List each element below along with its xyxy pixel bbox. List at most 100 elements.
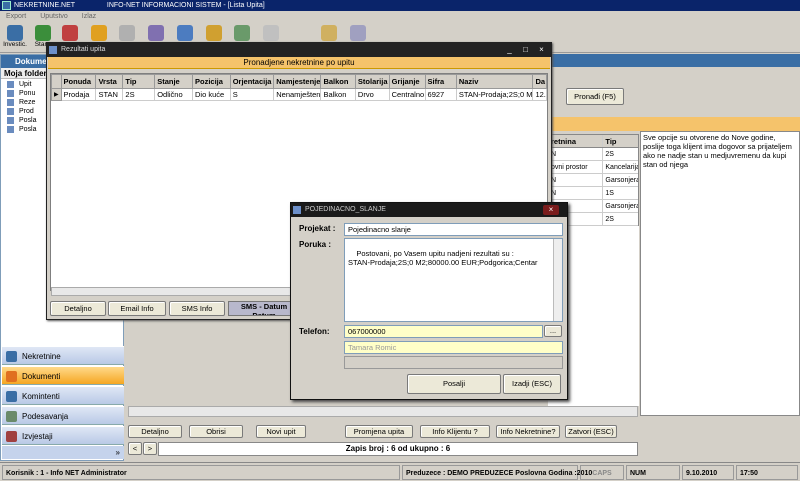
bottom-button-3[interactable]: Promjena upita xyxy=(345,425,413,438)
projekat-label: Projekat : xyxy=(299,224,336,233)
close-icon[interactable]: × xyxy=(536,45,547,55)
table-cell: S xyxy=(229,88,275,101)
find-button[interactable]: Pronađi (F5) xyxy=(566,88,624,105)
status-field xyxy=(344,356,563,369)
chart-icon xyxy=(91,25,107,41)
nav-icon xyxy=(6,391,17,402)
table-cell: 2S xyxy=(122,88,156,101)
table-row[interactable]: ▶ Prodaja STAN 2S Odlično Dio kuće S Nenamješte… xyxy=(51,88,547,101)
maximize-icon[interactable]: □ xyxy=(520,45,531,55)
column-header[interactable]: Namjestenje xyxy=(273,74,322,89)
table-row[interactable]: N 2S xyxy=(549,148,638,161)
results-table: Ponuda Vrsta Tip Stanje Pozicija Orjentacija N… xyxy=(51,74,547,101)
browse-button[interactable]: ... xyxy=(544,325,562,337)
prev-arrow-button[interactable]: < xyxy=(128,442,142,455)
app-title-bar: NEKRETNINE.NET INFO-NET INFORMACIONI SIS… xyxy=(0,0,800,11)
nav-podesavanja[interactable]: Podesavanja xyxy=(2,406,124,425)
table-cell: Dio kuće xyxy=(192,88,231,101)
column-header[interactable]: Stanje xyxy=(154,74,193,89)
table-cell: 6927 xyxy=(424,88,457,101)
name-field[interactable]: Tamara Romic xyxy=(344,341,563,354)
results-button-2[interactable]: SMS Info xyxy=(169,301,225,316)
status-time: 17:50 xyxy=(736,465,798,480)
table-cell: Odlično xyxy=(154,88,193,101)
nav-label: Nekretnine xyxy=(22,352,61,361)
nav-label: Izvjestaji xyxy=(22,432,53,441)
status-company: Preduzece : DEMO PREDUZECE Poslovna Godi… xyxy=(402,465,592,480)
telefon-field[interactable]: 067000000 xyxy=(344,325,543,338)
document-icon xyxy=(7,99,14,106)
nav-izvjestaji[interactable]: Izvjestaji xyxy=(2,426,124,445)
document-icon xyxy=(7,90,14,97)
grid-header: retnina Tip xyxy=(549,135,638,148)
results-title-bar: Rezultati upita _ □ × xyxy=(47,43,551,57)
nav-icon xyxy=(6,411,17,422)
column-header[interactable]: Orjentacija xyxy=(229,74,275,89)
table-cell: Drvo xyxy=(354,88,390,101)
bottom-button-0[interactable]: Detaljno xyxy=(128,425,182,438)
results-button-0[interactable]: Detaljno xyxy=(50,301,106,316)
table-row[interactable]: ovni prostor Kancelarija xyxy=(549,161,638,174)
results-button-1[interactable]: Email Info xyxy=(108,301,166,316)
poruka-textarea[interactable]: Postovani, po Vasem upitu nadjeni rezult… xyxy=(344,238,563,322)
table-cell: ovni prostor xyxy=(549,161,604,173)
document-icon xyxy=(7,117,14,124)
window-icon xyxy=(49,46,57,54)
toolbar-button-0[interactable]: Investic. xyxy=(2,25,28,51)
table-cell: Centralno xyxy=(388,88,426,101)
status-user: Korisnik : 1 - Info NET Administrator xyxy=(2,465,400,480)
table-row[interactable]: N 1S xyxy=(549,187,638,200)
column-header[interactable]: Tip xyxy=(122,74,156,89)
bottom-button-5[interactable]: Info Nekretnine? xyxy=(496,425,560,438)
table-cell: 2S xyxy=(605,151,614,158)
telefon-label: Telefon: xyxy=(299,327,330,336)
table-header-row: Ponuda Vrsta Tip Stanje Pozicija Orjentacija N… xyxy=(51,74,547,89)
tools-icon xyxy=(234,25,250,41)
nav-icon xyxy=(6,371,17,382)
col-header: retnina xyxy=(549,135,604,147)
bottom-button-4[interactable]: Info Klijentu ? xyxy=(420,425,490,438)
column-header[interactable]: Balkon xyxy=(320,74,356,89)
bottom-button-6[interactable]: Zatvori (ESC) xyxy=(565,425,617,438)
nav-icon xyxy=(6,431,17,442)
poruka-scrollbar[interactable] xyxy=(553,239,562,321)
projekat-field[interactable]: Pojedinacno slanje xyxy=(344,223,563,236)
tree-item-label: Posla xyxy=(19,126,37,133)
toolbar-label: Investic. xyxy=(3,41,27,48)
column-header[interactable]: Da xyxy=(532,74,547,89)
table-row[interactable]: N Garsonjera xyxy=(549,174,638,187)
nav-expand-icon[interactable]: » xyxy=(2,446,124,459)
table-cell: 2S xyxy=(605,216,614,223)
record-counter: Zapis broj : 6 od ukupno : 6 xyxy=(158,442,638,456)
column-header[interactable]: Vrsta xyxy=(95,74,124,89)
nav-nekretnine[interactable]: Nekretnine xyxy=(2,346,124,365)
nav-komintenti[interactable]: Komintenti xyxy=(2,386,124,405)
bottom-button-1[interactable]: Obrisi xyxy=(189,425,243,438)
column-header[interactable]: Grijanje xyxy=(388,74,426,89)
table-cell: Balkon xyxy=(320,88,356,101)
menu-export[interactable]: Export xyxy=(6,13,26,20)
column-header[interactable]: Sifra xyxy=(424,74,457,89)
horizontal-scrollbar[interactable] xyxy=(128,406,638,417)
description-box[interactable]: Sve opcije su otvorene do Nove godine, p… xyxy=(640,131,800,416)
exit-button[interactable]: Izadji (ESC) xyxy=(503,374,561,394)
close-icon[interactable]: × xyxy=(543,205,559,215)
send-button[interactable]: Posalji xyxy=(407,374,501,394)
column-header[interactable]: Naziv xyxy=(455,74,534,89)
column-header[interactable]: Pozicija xyxy=(192,74,231,89)
column-header[interactable]: Stolarija xyxy=(354,74,390,89)
status-caps: CAPS xyxy=(580,465,624,480)
menu-uputstvo[interactable]: Uputstvo xyxy=(40,13,68,20)
bottom-button-2[interactable]: Novi upit xyxy=(256,425,306,438)
table-cell: STAN xyxy=(95,88,124,101)
status-date: 9.10.2010 xyxy=(682,465,734,480)
status-bar: Korisnik : 1 - Info NET Administrator Pr… xyxy=(0,462,800,481)
menu-izlaz[interactable]: Izlaz xyxy=(82,13,96,20)
next-arrow-button[interactable]: > xyxy=(143,442,157,455)
nav-dokumenti[interactable]: Dokumenti xyxy=(2,366,124,385)
table-cell: Garsonjera xyxy=(605,177,638,184)
note-icon xyxy=(350,25,366,41)
col-header: Tip xyxy=(605,137,617,146)
minimize-icon[interactable]: _ xyxy=(504,45,515,55)
column-header[interactable]: Ponuda xyxy=(60,74,97,89)
